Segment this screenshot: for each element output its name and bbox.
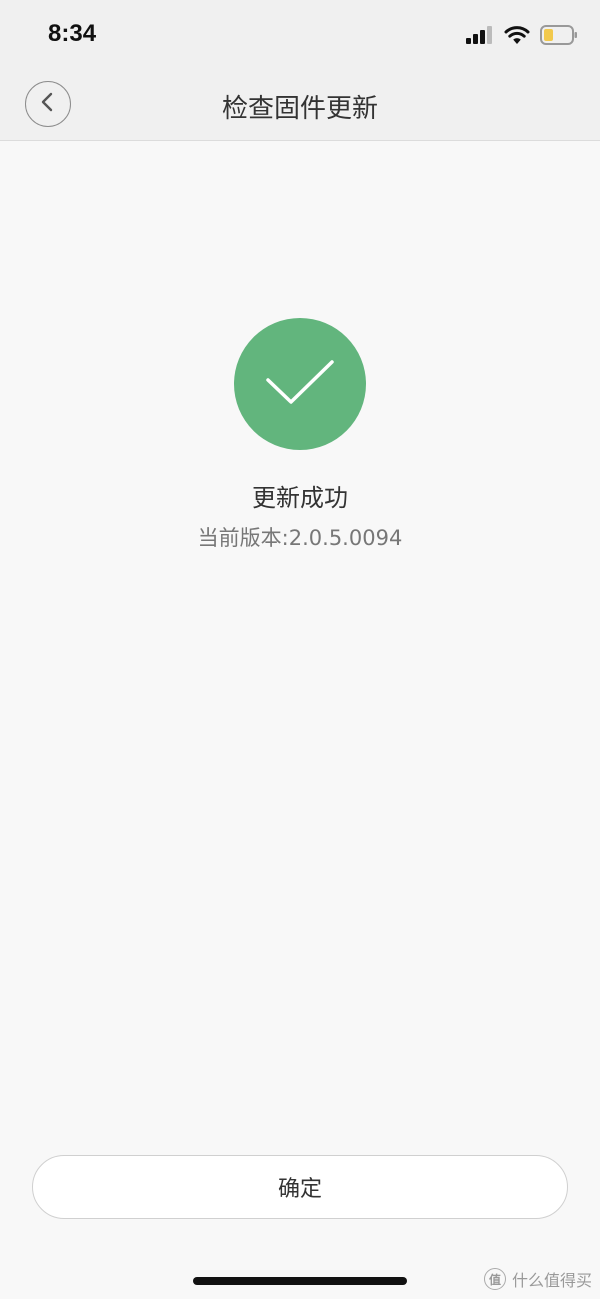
watermark-text: 什么值得买 <box>511 1271 592 1290</box>
version-info: 当前版本:2.0.5.0094 <box>0 522 600 552</box>
status-icons <box>466 25 578 49</box>
signal-icon <box>466 26 494 48</box>
confirm-button-label: 确定 <box>277 1177 322 1202</box>
firmware-update-screen: 8:34 检查固件更新 更新成功 当前版本:2.0.5.0094 确定 值 什么… <box>0 0 600 1299</box>
home-indicator[interactable] <box>193 1277 407 1285</box>
success-badge <box>234 318 366 450</box>
battery-icon <box>540 25 578 49</box>
success-title: 更新成功 <box>252 484 348 512</box>
version-label: 当前版本: <box>197 526 289 550</box>
wifi-icon <box>504 25 530 49</box>
version-value: 2.0.5.0094 <box>288 526 403 550</box>
nav-bar: 检查固件更新 <box>0 72 600 141</box>
watermark-logo: 值 <box>483 1268 506 1290</box>
checkmark-icon <box>264 356 336 412</box>
status-bar: 8:34 <box>0 0 600 72</box>
confirm-button[interactable]: 确定 <box>32 1155 568 1219</box>
page-title: 检查固件更新 <box>221 94 378 124</box>
watermark: 值 什么值得买 <box>483 1267 592 1291</box>
status-time: 8:34 <box>48 20 97 47</box>
